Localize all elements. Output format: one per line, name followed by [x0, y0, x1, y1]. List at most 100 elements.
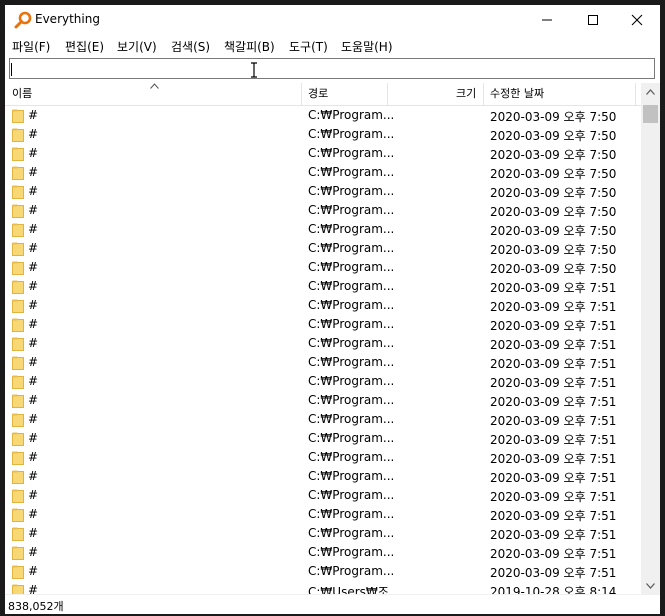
- table-row[interactable]: # C:₩Program... 2020-03-09 오후 7:50: [5, 144, 637, 163]
- file-path: C:₩Program...: [308, 279, 395, 293]
- magnifier-icon: [14, 11, 32, 29]
- menu-search[interactable]: 검색(S): [171, 38, 210, 55]
- column-divider[interactable]: [483, 83, 484, 105]
- minimize-button[interactable]: [524, 5, 570, 35]
- column-modified-header[interactable]: 수정한 날짜: [490, 83, 544, 105]
- file-path: C:₩Program...: [308, 165, 395, 179]
- folder-icon: [12, 128, 24, 142]
- menu-bookmarks[interactable]: 책갈피(B): [224, 38, 275, 55]
- file-path: C:₩Program...: [308, 412, 395, 426]
- column-header: 이름 경로 크기 수정한 날짜: [5, 83, 660, 106]
- table-row[interactable]: # C:₩Program... 2020-03-09 오후 7:50: [5, 220, 637, 239]
- table-row[interactable]: # C:₩Program... 2020-03-09 오후 7:50: [5, 163, 637, 182]
- table-row[interactable]: # C:₩Program... 2020-03-09 오후 7:51: [5, 562, 637, 581]
- table-row[interactable]: # C:₩Program... 2020-03-09 오후 7:51: [5, 315, 637, 334]
- file-name: #: [28, 108, 39, 122]
- file-name: #: [28, 279, 39, 293]
- column-size-header[interactable]: 크기: [456, 83, 476, 105]
- folder-icon: [12, 527, 24, 541]
- column-divider[interactable]: [387, 83, 388, 105]
- file-name: #: [28, 336, 39, 350]
- chevron-up-icon: [646, 88, 655, 95]
- file-path: C:₩Program...: [308, 298, 395, 312]
- folder-icon: [12, 451, 24, 465]
- folder-icon: [12, 337, 24, 351]
- folder-icon: [12, 413, 24, 427]
- column-path-header[interactable]: 경로: [308, 83, 328, 105]
- file-modified: 2020-03-09 오후 7:51: [490, 452, 617, 466]
- file-name: #: [28, 146, 39, 160]
- text-caret: [11, 63, 12, 76]
- minimize-icon: [542, 19, 552, 21]
- close-button[interactable]: [614, 5, 660, 35]
- file-modified: 2020-03-09 오후 7:51: [490, 281, 617, 295]
- file-modified: 2020-03-09 오후 7:51: [490, 547, 617, 561]
- table-row[interactable]: # C:₩Program... 2020-03-09 오후 7:50: [5, 201, 637, 220]
- column-divider[interactable]: [301, 83, 302, 105]
- table-row[interactable]: # C:₩Program... 2020-03-09 오후 7:51: [5, 486, 637, 505]
- folder-icon: [12, 223, 24, 237]
- table-row[interactable]: # C:₩Program... 2020-03-09 오후 7:50: [5, 125, 637, 144]
- table-row[interactable]: # C:₩Program... 2020-03-09 오후 7:50: [5, 182, 637, 201]
- table-row[interactable]: # C:₩Program... 2020-03-09 오후 7:50: [5, 258, 637, 277]
- table-row[interactable]: # C:₩Program... 2020-03-09 오후 7:51: [5, 467, 637, 486]
- table-row[interactable]: # C:₩Program... 2020-03-09 오후 7:51: [5, 353, 637, 372]
- file-path: C:₩Program...: [308, 393, 395, 407]
- table-row[interactable]: # C:₩Program... 2020-03-09 오후 7:51: [5, 391, 637, 410]
- menu-help[interactable]: 도움말(H): [341, 38, 393, 55]
- menu-view[interactable]: 보기(V): [117, 38, 157, 55]
- file-path: C:₩Program...: [308, 203, 395, 217]
- folder-icon: [12, 185, 24, 199]
- table-row[interactable]: # C:₩Program... 2020-03-09 오후 7:51: [5, 277, 637, 296]
- table-row[interactable]: # C:₩Program... 2020-03-09 오후 7:50: [5, 106, 637, 125]
- folder-icon: [12, 261, 24, 275]
- folder-icon: [12, 394, 24, 408]
- table-row[interactable]: # C:₩Program... 2020-03-09 오후 7:50: [5, 239, 637, 258]
- maximize-button[interactable]: [570, 5, 616, 35]
- table-row[interactable]: # C:₩Program... 2020-03-09 오후 7:51: [5, 505, 637, 524]
- menu-bar: 파일(F) 편집(E) 보기(V) 검색(S) 책갈피(B) 도구(T) 도움말…: [5, 35, 660, 55]
- file-path: C:₩Program...: [308, 317, 395, 331]
- table-row[interactable]: # C:₩Program... 2020-03-09 오후 7:51: [5, 448, 637, 467]
- folder-icon: [12, 508, 24, 522]
- file-modified: 2020-03-09 오후 7:51: [490, 471, 617, 485]
- file-name: #: [28, 412, 39, 426]
- table-row[interactable]: # C:₩Program... 2020-03-09 오후 7:51: [5, 372, 637, 391]
- table-row[interactable]: # C:₩Users₩조... 2019-10-28 오후 8:14: [5, 581, 637, 594]
- table-row[interactable]: # C:₩Program... 2020-03-09 오후 7:51: [5, 543, 637, 562]
- search-input[interactable]: [9, 58, 655, 79]
- table-row[interactable]: # C:₩Program... 2020-03-09 오후 7:51: [5, 410, 637, 429]
- file-path: C:₩Program...: [308, 564, 395, 578]
- file-path: C:₩Program...: [308, 260, 395, 274]
- file-path: C:₩Program...: [308, 146, 395, 160]
- file-modified: 2020-03-09 오후 7:51: [490, 300, 617, 314]
- file-name: #: [28, 317, 39, 331]
- scroll-thumb[interactable]: [643, 105, 658, 123]
- scroll-down-button[interactable]: [641, 577, 660, 594]
- folder-icon: [12, 432, 24, 446]
- file-path: C:₩Program...: [308, 222, 395, 236]
- column-name-header[interactable]: 이름: [12, 83, 32, 105]
- vertical-scrollbar[interactable]: [641, 83, 660, 594]
- file-path: C:₩Program...: [308, 526, 395, 540]
- file-name: #: [28, 431, 39, 445]
- file-path: C:₩Program...: [308, 241, 395, 255]
- file-list[interactable]: # C:₩Program... 2020-03-09 오후 7:50 # C:₩Prog…: [5, 106, 637, 594]
- file-name: #: [28, 241, 39, 255]
- table-row[interactable]: # C:₩Program... 2020-03-09 오후 7:51: [5, 334, 637, 353]
- menu-tools[interactable]: 도구(T): [289, 38, 328, 55]
- column-divider[interactable]: [635, 83, 636, 105]
- menu-edit[interactable]: 편집(E): [65, 38, 104, 55]
- table-row[interactable]: # C:₩Program... 2020-03-09 오후 7:51: [5, 429, 637, 448]
- file-path: C:₩Users₩조...: [308, 585, 401, 594]
- file-name: #: [28, 507, 39, 521]
- menu-file[interactable]: 파일(F): [12, 38, 50, 55]
- file-modified: 2020-03-09 오후 7:50: [490, 243, 617, 257]
- file-modified: 2020-03-09 오후 7:51: [490, 509, 617, 523]
- table-row[interactable]: # C:₩Program... 2020-03-09 오후 7:51: [5, 524, 637, 543]
- folder-icon: [12, 318, 24, 332]
- scroll-up-button[interactable]: [641, 83, 660, 100]
- table-row[interactable]: # C:₩Program... 2020-03-09 오후 7:51: [5, 296, 637, 315]
- window-title: Everything: [35, 12, 100, 26]
- title-bar[interactable]: Everything: [5, 5, 660, 35]
